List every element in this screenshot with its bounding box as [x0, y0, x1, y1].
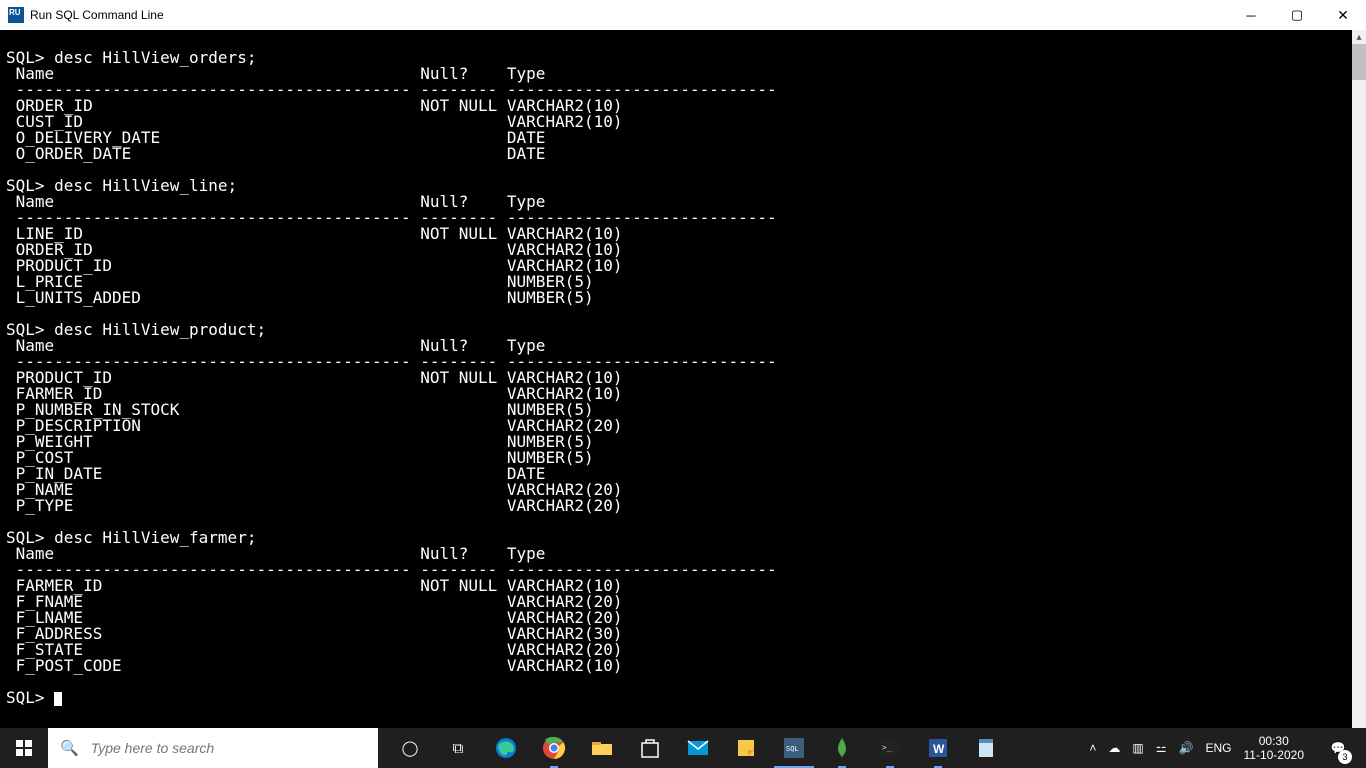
scroll-up-arrow[interactable]: ▴: [1352, 30, 1366, 44]
cmd-icon: >_: [878, 736, 902, 760]
taskbar: 🔍 ◯ ⧉ SQL >_ W ˄ ☁ ▥ ⚍ 🔊 ENG 00:30 11-10…: [0, 728, 1366, 768]
word-button[interactable]: W: [914, 728, 962, 768]
maximize-button[interactable]: ▢: [1274, 0, 1320, 30]
task-view-button[interactable]: ⧉: [434, 728, 482, 768]
edge-button[interactable]: [482, 728, 530, 768]
terminal-output[interactable]: SQL> desc HillView_orders; Name Null? Ty…: [0, 30, 1352, 728]
edge-icon: [494, 736, 518, 760]
cortana-icon: ◯: [402, 739, 419, 757]
wifi-icon[interactable]: ⚍: [1156, 741, 1167, 755]
folder-icon: [590, 736, 614, 760]
notifications-button[interactable]: 💬 3: [1316, 728, 1360, 768]
tray-expand-icon[interactable]: ˄: [1089, 741, 1096, 755]
notes-button[interactable]: [722, 728, 770, 768]
search-box[interactable]: 🔍: [48, 728, 378, 768]
taskbar-apps: ◯ ⧉ SQL >_ W: [378, 728, 1010, 768]
windows-icon: [16, 740, 32, 756]
mail-icon: [686, 736, 710, 760]
svg-text:SQL: SQL: [786, 745, 799, 753]
sticky-notes-icon: [734, 736, 758, 760]
battery-icon[interactable]: ▥: [1132, 741, 1143, 755]
notepad-button[interactable]: [962, 728, 1010, 768]
cortana-button[interactable]: ◯: [386, 728, 434, 768]
title-bar: Run SQL Command Line ─ ▢ ✕: [0, 0, 1366, 30]
mongodb-icon: [830, 736, 854, 760]
explorer-button[interactable]: [578, 728, 626, 768]
chrome-button[interactable]: [530, 728, 578, 768]
sqlplus-button[interactable]: SQL: [770, 728, 818, 768]
app-icon: [8, 7, 24, 23]
notification-badge: 3: [1338, 750, 1352, 764]
sqlplus-icon: SQL: [782, 736, 806, 760]
mongodb-button[interactable]: [818, 728, 866, 768]
scrollbar[interactable]: ▴: [1352, 30, 1366, 728]
clock-time: 00:30: [1244, 734, 1305, 748]
system-tray: ˄ ☁ ▥ ⚍ 🔊 ENG 00:30 11-10-2020 💬 3: [1089, 728, 1366, 768]
onedrive-icon[interactable]: ☁: [1108, 741, 1120, 755]
svg-text:>_: >_: [882, 743, 892, 752]
store-icon: [638, 736, 662, 760]
terminal-window: SQL> desc HillView_orders; Name Null? Ty…: [0, 30, 1366, 728]
task-view-icon: ⧉: [453, 740, 464, 757]
chrome-icon: [542, 736, 566, 760]
search-icon: 🔍: [60, 739, 79, 757]
window-title: Run SQL Command Line: [30, 8, 164, 22]
scroll-thumb[interactable]: [1352, 44, 1366, 80]
language-indicator[interactable]: ENG: [1205, 741, 1231, 755]
minimize-button[interactable]: ─: [1228, 0, 1274, 30]
mail-button[interactable]: [674, 728, 722, 768]
search-input[interactable]: [91, 740, 366, 756]
volume-icon[interactable]: 🔊: [1179, 741, 1194, 755]
start-button[interactable]: [0, 728, 48, 768]
svg-text:W: W: [933, 742, 945, 756]
clock[interactable]: 00:30 11-10-2020: [1244, 734, 1305, 762]
notepad-icon: [974, 736, 998, 760]
store-button[interactable]: [626, 728, 674, 768]
close-button[interactable]: ✕: [1320, 0, 1366, 30]
cmd-button[interactable]: >_: [866, 728, 914, 768]
word-icon: W: [926, 736, 950, 760]
clock-date: 11-10-2020: [1244, 748, 1305, 762]
